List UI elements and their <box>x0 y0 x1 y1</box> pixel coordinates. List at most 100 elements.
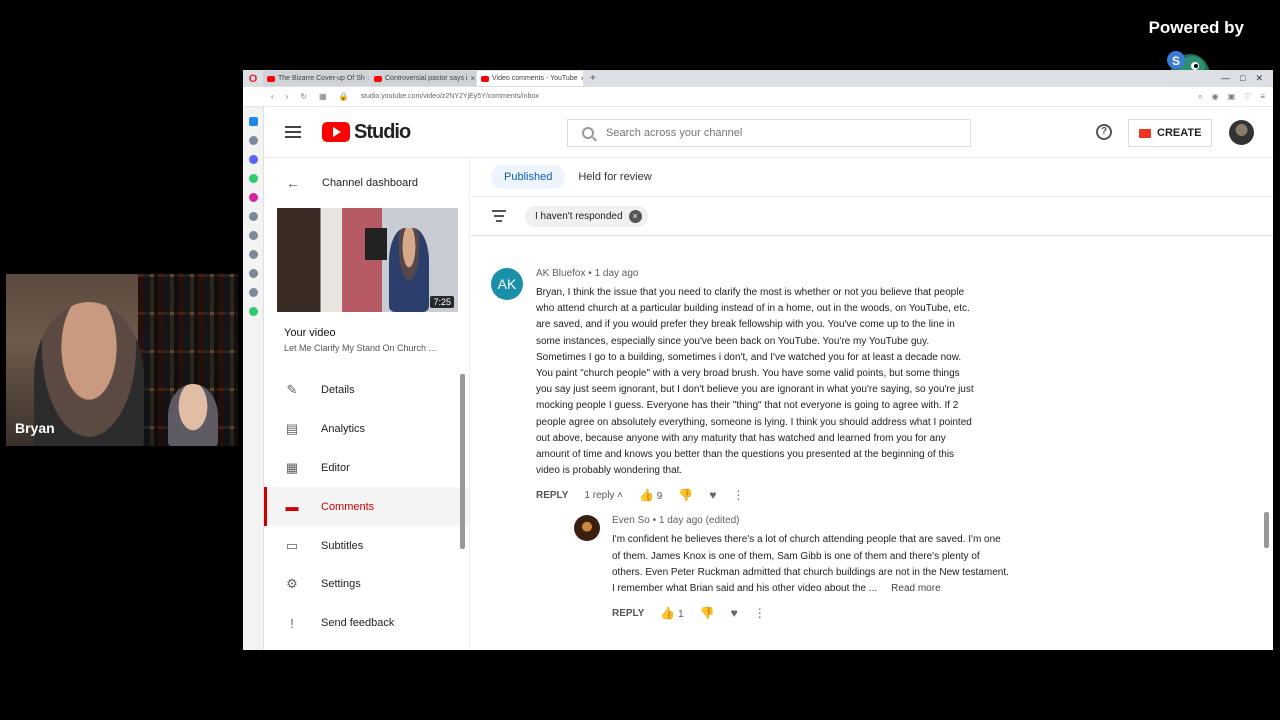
heart-icon[interactable]: ♥ <box>709 488 716 502</box>
messenger-icon[interactable] <box>248 155 258 164</box>
nav-item-editor[interactable]: ▦ Editor <box>264 449 469 488</box>
new-tab-button[interactable]: + <box>584 73 602 84</box>
close-tab-icon[interactable]: × <box>581 74 583 83</box>
vpn-icon[interactable] <box>248 307 258 316</box>
nav-item-details[interactable]: ✎ Details <box>264 371 469 410</box>
url-field[interactable]: studio.youtube.com/video/z2NY2YjEy5Y/com… <box>361 93 539 100</box>
browser-tab[interactable]: Controversial pastor says i × <box>370 71 476 86</box>
thumbs-down-icon[interactable]: 👎 <box>700 606 715 620</box>
heart-icon[interactable]: ♥ <box>731 606 738 620</box>
reply-comment: Even So • 1 day ago (edited) I'm confide… <box>574 515 1273 621</box>
back-arrow-icon: ← <box>286 175 300 191</box>
extension-icon[interactable]: ◉ <box>1212 92 1219 102</box>
commenter-avatar[interactable]: AK <box>491 268 523 300</box>
reply-actions: REPLY 👍 1 👎 ♥ ⋮ <box>612 605 1273 621</box>
more-options-icon[interactable]: ⋮ <box>754 606 766 620</box>
nav-scrollbar[interactable] <box>460 374 465 549</box>
history-icon[interactable] <box>248 269 258 278</box>
pencil-icon: ✎ <box>286 382 298 398</box>
video-thumbnail[interactable]: 7:25 <box>277 208 458 312</box>
replies-toggle[interactable]: 1 reply ˄ <box>584 490 623 501</box>
camera-icon[interactable]: ▣ <box>1228 92 1236 102</box>
lock-icon: 🔒 <box>338 92 349 101</box>
remove-filter-icon[interactable]: × <box>628 209 642 223</box>
create-button[interactable]: CREATE <box>1128 119 1213 147</box>
tab-published[interactable]: Published <box>491 165 566 189</box>
browser-tab-active[interactable]: Video comments - YouTube × <box>477 71 583 86</box>
svg-text:S: S <box>1172 54 1180 68</box>
account-avatar[interactable] <box>1229 120 1254 145</box>
filter-chip[interactable]: I haven't responded × <box>525 205 648 227</box>
instagram-icon[interactable] <box>248 193 258 202</box>
nav-item-analytics[interactable]: ▤ Analytics <box>264 410 469 449</box>
menu-icon[interactable]: ≡ <box>1260 92 1265 102</box>
thumbs-down-icon[interactable]: 👎 <box>678 488 693 502</box>
opera-speed-dial-icon[interactable] <box>248 136 258 145</box>
search-input[interactable] <box>606 127 936 139</box>
main-scrollbar[interactable] <box>1264 512 1269 548</box>
browser-tab[interactable]: The Bizarre Cover-up Of Sh× <box>263 71 369 86</box>
left-nav: ← Channel dashboard 7:25 Your video Let … <box>264 158 470 650</box>
comment-author[interactable]: AK Bluefox <box>536 268 585 279</box>
bookmark-icon[interactable]: ♡ <box>1244 92 1251 102</box>
like-button[interactable]: 👍 1 <box>660 606 683 620</box>
studio-logo[interactable]: Studio <box>322 121 411 144</box>
crypto-icon[interactable] <box>248 288 258 297</box>
filter-icon[interactable] <box>491 207 507 225</box>
opera-home-icon[interactable] <box>248 117 258 126</box>
whatsapp-icon[interactable] <box>248 174 258 183</box>
heart-icon[interactable] <box>248 250 258 259</box>
youtube-favicon-icon <box>481 75 489 82</box>
nav-item-subtitles[interactable]: ▭ Subtitles <box>264 526 469 565</box>
snapshot-icon[interactable] <box>248 212 258 221</box>
comment-text: Bryan, I think the issue that you need t… <box>536 287 974 477</box>
youtube-favicon-icon <box>374 75 382 82</box>
forward-nav-icon[interactable]: › <box>286 92 289 101</box>
channel-dashboard-link[interactable]: ← Channel dashboard <box>264 158 469 208</box>
comment-thread: AK AK Bluefox • 1 day ago Bryan, I think… <box>491 268 1273 621</box>
comment-tabs: Published Held for review <box>471 158 1273 196</box>
search-box[interactable] <box>567 119 971 147</box>
back-nav-icon[interactable]: ‹ <box>271 92 274 101</box>
reply-avatar[interactable] <box>574 515 600 542</box>
maximize-icon[interactable]: □ <box>1240 73 1245 84</box>
player-icon[interactable] <box>248 231 258 240</box>
minimize-icon[interactable]: — <box>1221 73 1230 84</box>
browser-toolbar: ⌕ ◉ ▣ ♡ ≡ <box>1198 92 1273 102</box>
reply-button[interactable]: REPLY <box>612 608 644 619</box>
search-tool-icon[interactable]: ⌕ <box>1198 92 1202 102</box>
child-figure <box>168 384 218 446</box>
youtube-play-icon <box>322 122 350 142</box>
close-tab-icon[interactable]: × <box>368 74 369 83</box>
close-tab-icon[interactable]: × <box>470 74 475 83</box>
comment-time[interactable]: 1 day ago <box>595 268 639 279</box>
window-controls: — □ ✕ <box>1221 73 1273 84</box>
reply-meta: Even So • 1 day ago (edited) <box>612 515 740 527</box>
hamburger-menu-icon[interactable] <box>285 123 301 141</box>
your-video-label: Your video <box>284 327 336 339</box>
comment-icon: ▬ <box>285 499 299 515</box>
reply-time[interactable]: 1 day ago (edited) <box>659 515 740 526</box>
nav-item-comments[interactable]: ▬ Comments <box>264 487 469 527</box>
more-options-icon[interactable]: ⋮ <box>732 488 744 502</box>
thumbs-up-icon: 👍 <box>639 488 655 503</box>
opera-logo-icon[interactable]: O <box>243 73 263 85</box>
like-button[interactable]: 👍 9 <box>639 488 662 502</box>
subtitles-icon: ▭ <box>285 537 299 553</box>
read-more-link[interactable]: Read more <box>891 583 940 594</box>
reply-text: I'm confident he believes there's a lot … <box>612 534 1009 595</box>
reload-icon[interactable]: ↻ <box>300 92 307 101</box>
close-window-icon[interactable]: ✕ <box>1255 73 1263 84</box>
nav-item-send-feedback[interactable]: ! Send feedback <box>264 604 469 643</box>
help-icon[interactable]: ? <box>1096 124 1112 140</box>
browser-tab-bar: O The Bizarre Cover-up Of Sh× Controvers… <box>243 70 1273 87</box>
reply-author[interactable]: Even So <box>612 515 650 526</box>
youtube-studio: Studio ? CREATE ← Channel dashboard <box>264 107 1273 650</box>
tab-held-for-review[interactable]: Held for review <box>565 165 664 189</box>
feedback-icon: ! <box>290 615 294 631</box>
nav-item-settings[interactable]: ⚙ Settings <box>264 565 469 604</box>
video-duration: 7:25 <box>430 296 454 308</box>
comment-actions: REPLY 1 reply ˄ 👍 9 👎 ♥ ⋮ <box>536 487 1273 503</box>
grid-icon[interactable]: ▦ <box>319 92 327 101</box>
reply-button[interactable]: REPLY <box>536 490 568 501</box>
